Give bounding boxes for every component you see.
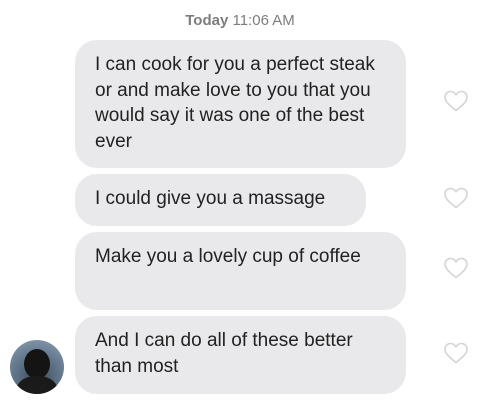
message-bubble[interactable]: And I can do all of these better than mo…: [75, 316, 406, 394]
message-bubble[interactable]: Make you a lovely cup of coffee: [75, 232, 406, 310]
message-bubble[interactable]: I can cook for you a perfect steak or an…: [75, 40, 406, 168]
heart-outline-icon[interactable]: [443, 186, 469, 210]
heart-outline-icon[interactable]: [443, 256, 469, 280]
chat-thread: Today 11:06 AM I can cook for you a perf…: [0, 0, 480, 407]
heart-outline-icon[interactable]: [443, 89, 469, 113]
message-timestamp: Today 11:06 AM: [0, 12, 480, 29]
timestamp-day: Today: [185, 12, 229, 29]
avatar[interactable]: [10, 340, 64, 394]
timestamp-time: 11:06 AM: [232, 12, 295, 29]
heart-outline-icon[interactable]: [443, 341, 469, 365]
message-bubble[interactable]: I could give you a massage: [75, 174, 366, 226]
